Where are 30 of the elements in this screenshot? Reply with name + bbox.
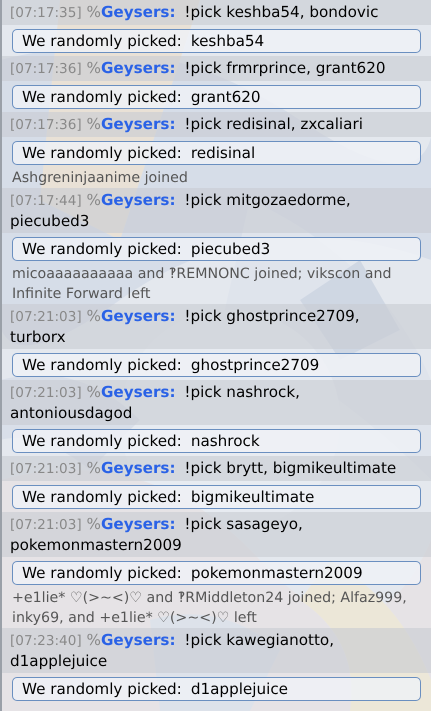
result-value: grant620 (190, 87, 261, 107)
result-label: We randomly picked: (22, 87, 182, 107)
chat-message: [07:21:03] %Geysers: !pick nashrock, antoniousdagod (2, 380, 431, 425)
result-label: We randomly picked: (22, 31, 182, 51)
join-leave-notice: micoaaaaaaaaaa and ‽REMNONC joined; vikscon and Infinite Forward left (11, 265, 392, 304)
result-value: redisinal (190, 143, 256, 163)
result-label: We randomly picked: (22, 431, 182, 451)
chat-message: [07:21:03] %Geysers: !pick brytt, bigmikeultimate (2, 456, 431, 481)
result-value: ghostprince2709 (190, 355, 320, 375)
chat-message: [07:17:35] %Geysers: !pick keshba54, bondovic (2, 0, 431, 25)
result-value: piecubed3 (190, 239, 270, 259)
result-label: We randomly picked: (22, 487, 182, 507)
result-value: nashrock (190, 431, 260, 451)
result-label: We randomly picked: (22, 239, 182, 259)
result-value: keshba54 (190, 31, 264, 51)
chat-message: [07:21:03] %Geysers: !pick ghostprince2709, turborx (2, 304, 431, 349)
result-label: We randomly picked: (22, 679, 182, 699)
chat-message: [07:17:44] %Geysers: !pick mitgozaedorme, piecubed3 (2, 188, 431, 233)
chat-message: [07:21:03] %Geysers: !pick sasageyo, pokemonmastern2009 (2, 512, 431, 557)
result-value: d1applejuice (190, 679, 288, 699)
chat-message: [07:17:36] %Geysers: !pick redisinal, zxcaliari (2, 112, 431, 137)
result-label: We randomly picked: (22, 143, 182, 163)
result-label: We randomly picked: (22, 563, 182, 583)
result-label: We randomly picked: (22, 355, 182, 375)
join-leave-notice: +e1lie* ♡(>~<)♡ and ‽RMiddleton24 joined; Alfaz999, inky69, and +e1lie* ♡(>~<)♡ left (11, 589, 408, 628)
chat-message: [07:23:40] %Geysers: !pick kawegianotto, d1applejuice (2, 628, 431, 673)
result-value: bigmikeultimate (190, 487, 314, 507)
chat-message: [07:17:36] %Geysers: !pick frmrprince, grant620 (2, 56, 431, 81)
result-value: pokemonmastern2009 (190, 563, 363, 583)
join-leave-notice: Ashgreninjaanime joined (11, 169, 189, 188)
